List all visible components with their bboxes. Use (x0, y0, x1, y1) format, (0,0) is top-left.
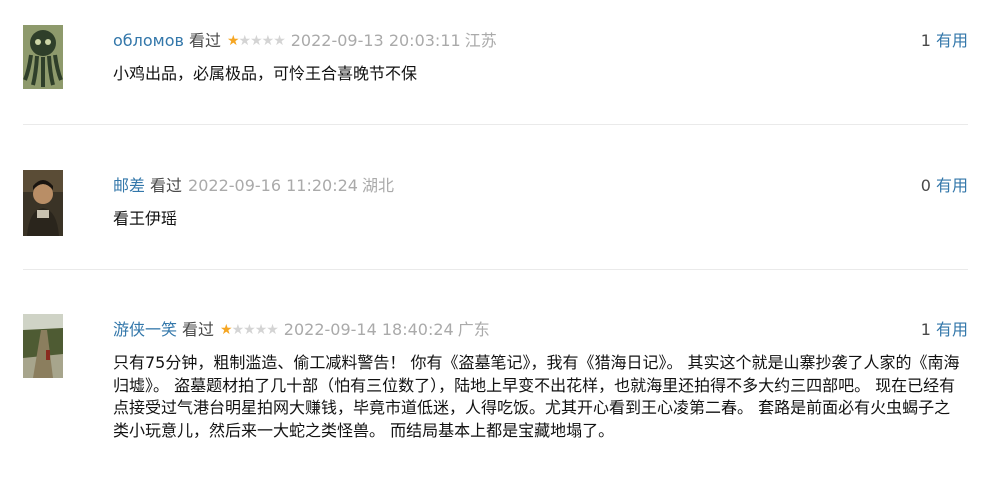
rating-stars: ★★★★★ (220, 319, 279, 341)
comment-text: 看王伊瑶 (113, 209, 178, 228)
watched-label: 看过 (150, 176, 183, 195)
star-filled-icon: ★ (226, 33, 240, 49)
star-empty-icon: ★★★★ (231, 322, 279, 338)
vote-count: 0 (920, 176, 931, 195)
comment-time: 2022-09-14 18:40:24 (283, 320, 454, 339)
comment-location: 广东 (457, 320, 490, 339)
author-link[interactable]: обломов (113, 31, 184, 50)
landscape-avatar-image (23, 314, 63, 378)
comment-header: 邮差 看过 2022-09-16 11:20:24 湖北 (113, 175, 394, 197)
author-link[interactable]: 邮差 (113, 176, 145, 195)
useful-button[interactable]: 有用 (936, 320, 968, 339)
watched-label: 看过 (182, 320, 215, 339)
vote-area: 0 有用 (921, 175, 968, 197)
star-filled-icon: ★ (220, 322, 233, 338)
comment-text: 只有75分钟，粗制滥造、偷工减料警告！ 你有《盗墓笔记》，我有《猎海日记》。 其… (113, 353, 960, 440)
vote-area: 1 有用 (921, 30, 968, 52)
comment-time: 2022-09-16 11:20:24 (188, 176, 358, 195)
person-avatar-image (23, 170, 63, 236)
rating-stars: ★★★★★ (226, 30, 286, 52)
divider (23, 124, 968, 125)
vote-count: 1 (920, 31, 931, 50)
comment-header: 游侠一笑 看过 ★★★★★ 2022-09-14 18:40:24 广东 (113, 319, 490, 341)
comment-item: 邮差 看过 2022-09-16 11:20:24 湖北 0 有用 看王伊瑶 (0, 170, 995, 270)
useful-button[interactable]: 有用 (936, 176, 968, 195)
comment-text: 小鸡出品，必属极品，可怜王合喜晚节不保 (113, 64, 418, 83)
useful-button[interactable]: 有用 (936, 31, 968, 50)
comment-time: 2022-09-13 20:03:11 (290, 31, 461, 50)
comment-item: обломов 看过 ★★★★★ 2022-09-13 20:03:11 江苏 1 有用 … (0, 25, 995, 125)
watched-label: 看过 (188, 31, 221, 50)
avatar[interactable] (23, 170, 63, 236)
star-empty-icon: ★★★★ (238, 33, 286, 49)
avatar[interactable] (23, 314, 63, 378)
octopus-avatar-image (23, 25, 63, 89)
author-link[interactable]: 游侠一笑 (113, 320, 177, 339)
vote-count: 1 (920, 320, 931, 339)
comment-location: 湖北 (361, 176, 394, 195)
comment-header: обломов 看过 ★★★★★ 2022-09-13 20:03:11 江苏 (113, 30, 497, 52)
comment-location: 江苏 (464, 31, 497, 50)
vote-area: 1 有用 (921, 319, 968, 341)
avatar[interactable] (23, 25, 63, 89)
divider (23, 269, 968, 270)
comment-item: 游侠一笑 看过 ★★★★★ 2022-09-14 18:40:24 广东 1 有用 只有7… (0, 314, 995, 497)
